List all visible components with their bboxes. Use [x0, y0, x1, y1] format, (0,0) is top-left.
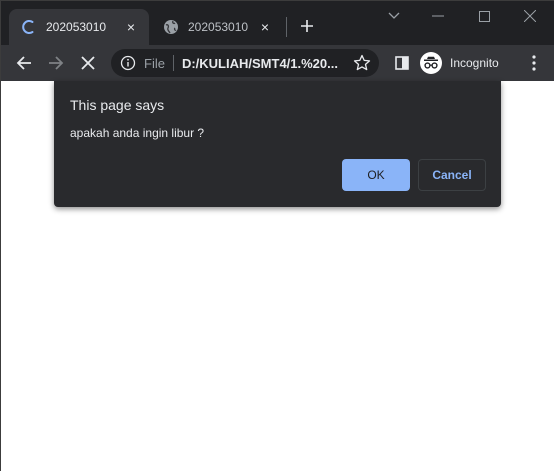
toolbar: File D:/KULIAH/SMT4/1.%20... Incognito: [1, 45, 554, 81]
tab-close-button[interactable]: ×: [257, 19, 273, 35]
tab-strip: 202053010 × 202053010 ×: [1, 1, 554, 45]
minimize-button[interactable]: [415, 1, 461, 31]
dialog-heading: This page says: [70, 97, 165, 113]
plus-icon: [301, 20, 313, 32]
minimize-icon: [432, 15, 444, 17]
stop-button[interactable]: [74, 49, 102, 77]
back-arrow-icon: [16, 56, 31, 70]
tab-close-button[interactable]: ×: [123, 19, 139, 35]
profile-label: Incognito: [450, 56, 499, 70]
profile-button[interactable]: Incognito: [420, 50, 499, 76]
window-close-icon: [524, 10, 536, 22]
incognito-icon: [420, 52, 442, 74]
cancel-button[interactable]: Cancel: [418, 159, 486, 191]
browser-window: 202053010 × 202053010 × File D:/KULIAH/S…: [0, 0, 554, 472]
tab-active[interactable]: 202053010 ×: [9, 9, 149, 45]
side-panel-icon: [395, 56, 409, 70]
window-close-button[interactable]: [507, 1, 553, 31]
info-icon[interactable]: [120, 55, 136, 71]
alert-dialog: This page says apakah anda ingin libur ?…: [54, 81, 501, 207]
stop-icon: [81, 56, 95, 70]
ok-button[interactable]: OK: [342, 159, 410, 191]
url-scheme: File: [144, 55, 165, 71]
loading-spinner-icon: [22, 20, 34, 34]
tab-search-button[interactable]: [371, 1, 417, 31]
tab-title: 202053010: [188, 20, 249, 34]
globe-icon: [164, 20, 178, 34]
url-text[interactable]: D:/KULIAH/SMT4/1.%20...: [182, 56, 347, 71]
address-bar[interactable]: File D:/KULIAH/SMT4/1.%20...: [111, 49, 379, 77]
tab-inactive[interactable]: 202053010 ×: [151, 9, 283, 45]
maximize-icon: [478, 10, 490, 22]
forward-button[interactable]: [42, 49, 70, 77]
menu-button[interactable]: [520, 49, 548, 77]
new-tab-button[interactable]: [295, 14, 319, 38]
side-panel-button[interactable]: [388, 49, 416, 77]
tab-title: 202053010: [46, 20, 107, 34]
back-button[interactable]: [10, 49, 38, 77]
forward-arrow-icon: [49, 56, 64, 70]
dialog-message: apakah anda ingin libur ?: [70, 126, 205, 140]
star-icon[interactable]: [353, 54, 371, 72]
more-vert-icon: [532, 55, 536, 71]
maximize-button[interactable]: [461, 1, 507, 31]
tab-separator: [286, 17, 287, 37]
url-divider: [172, 55, 174, 71]
chevron-down-icon: [388, 12, 400, 19]
